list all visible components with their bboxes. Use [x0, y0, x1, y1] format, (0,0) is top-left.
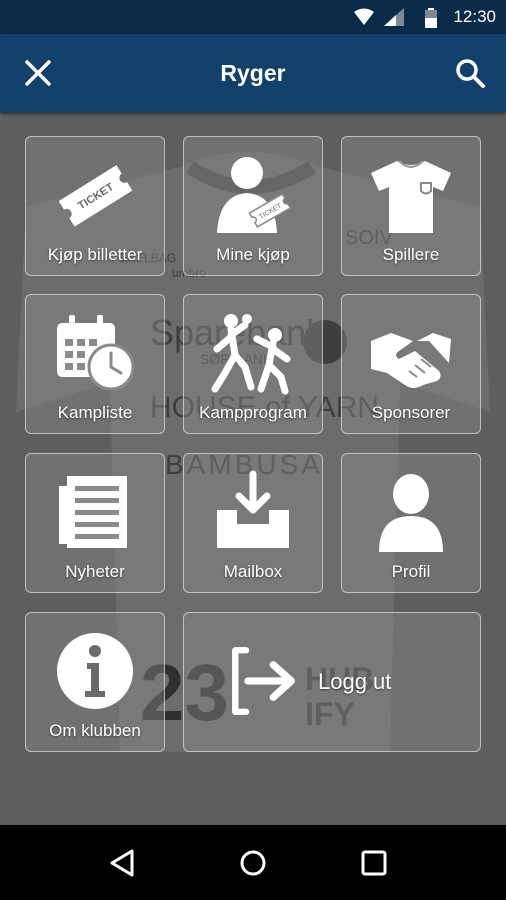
signal-icon	[384, 8, 404, 26]
wifi-icon	[354, 8, 374, 25]
inbox-download-icon	[217, 470, 289, 548]
tile-kjop-billetter[interactable]: TICKET Kjøp billetter	[25, 136, 165, 276]
tile-label: Profil	[391, 562, 431, 581]
tile-label: Nyheter	[65, 562, 125, 581]
person-ticket-icon: TICKET	[217, 157, 292, 233]
tile-mine-kjop[interactable]: TICKET Mine kjøp	[183, 136, 323, 276]
tile-label: Kampprogram	[199, 403, 307, 422]
home-icon[interactable]	[235, 845, 271, 881]
search-icon	[456, 59, 485, 88]
tile-label: Logg ut	[318, 669, 392, 694]
back-icon[interactable]	[104, 845, 140, 881]
tile-om-klubben[interactable]: Om klubben	[25, 612, 165, 752]
tile-label: Kjøp billetter	[47, 245, 143, 264]
tile-label: Kampliste	[57, 403, 133, 422]
search-button[interactable]	[448, 51, 492, 95]
phone-screen: 12:30 Ryger Sparebank SØR BANK HOUSE of …	[0, 0, 506, 900]
tile-label: Sponsorer	[371, 403, 451, 422]
recents-icon[interactable]	[356, 845, 392, 881]
tile-spillere[interactable]: Spillere	[341, 136, 481, 276]
profile-icon	[379, 474, 443, 552]
tile-nyheter[interactable]: Nyheter	[25, 453, 165, 593]
tile-label: Om klubben	[49, 721, 141, 740]
tile-kampliste[interactable]: Kampliste	[25, 294, 165, 434]
handshake-icon	[371, 333, 451, 388]
status-bar: 12:30	[0, 0, 506, 34]
ticket-icon: TICKET	[58, 165, 133, 227]
status-time: 12:30	[453, 7, 496, 26]
handball-players-icon	[211, 314, 291, 395]
tile-kampprogram[interactable]: Kampprogram	[183, 294, 323, 434]
app-bar: Ryger	[0, 34, 506, 112]
tile-mailbox[interactable]: Mailbox	[183, 453, 323, 593]
battery-icon	[425, 8, 437, 28]
page-title: Ryger	[220, 60, 286, 86]
logout-icon	[232, 647, 295, 715]
tile-sponsorer[interactable]: Sponsorer	[341, 294, 481, 434]
tile-profil[interactable]: Profil	[341, 453, 481, 593]
tile-label: Mine kjøp	[216, 245, 290, 264]
tile-label: Mailbox	[223, 562, 283, 581]
tile-label: Spillere	[382, 245, 440, 264]
main-content: Sparebank SØR BANK HOUSE of YARN BAMBUSA…	[0, 112, 506, 825]
info-icon	[57, 633, 133, 709]
newspaper-icon	[59, 476, 127, 548]
calendar-clock-icon	[57, 315, 135, 391]
jersey-icon	[371, 160, 451, 233]
tile-logg-ut[interactable]: Logg ut	[183, 612, 481, 752]
navigation-bar	[0, 825, 506, 900]
